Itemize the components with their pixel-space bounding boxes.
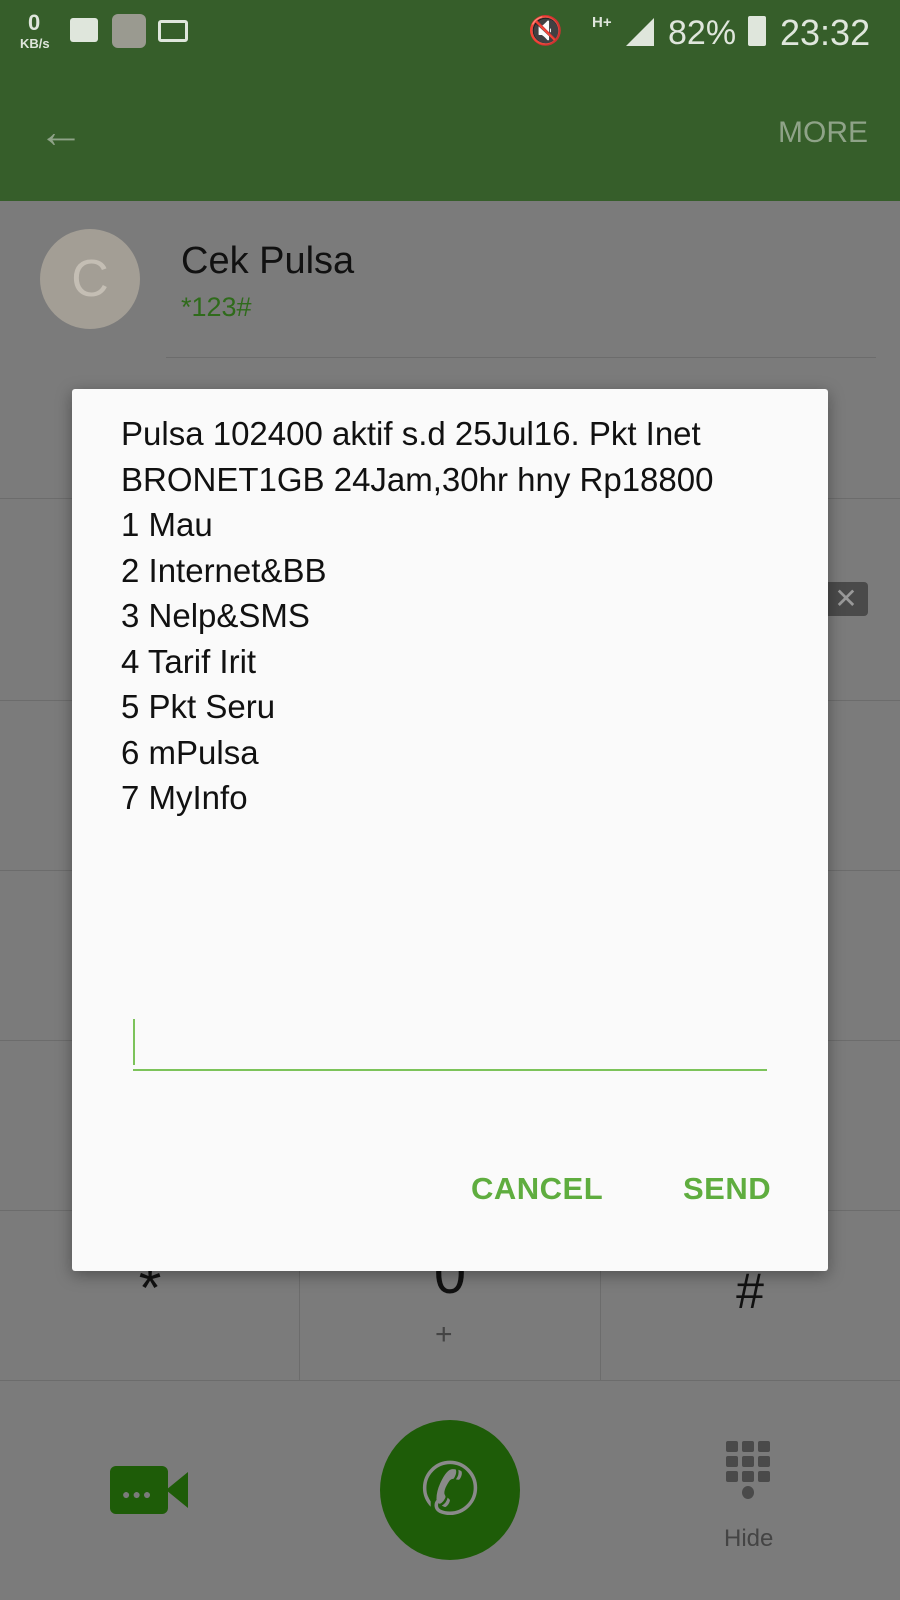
hide-keypad-label[interactable]: Hide <box>724 1525 773 1553</box>
option-1: 1 Mau <box>121 506 213 543</box>
ussd-message: Pulsa 102400 aktif s.d 25Jul16. Pkt Inet… <box>121 411 801 821</box>
option-6: 6 mPulsa <box>121 733 259 771</box>
send-button[interactable]: SEND <box>683 1171 771 1207</box>
signal-icon <box>626 18 654 46</box>
app-bar: ← MORE <box>0 68 900 201</box>
dialpad-icon[interactable] <box>726 1441 776 1505</box>
ussd-message-text: Pulsa 102400 aktif s.d 25Jul16. Pkt Inet… <box>121 415 714 498</box>
vibrate-mute-icon: 🔇 <box>528 15 563 46</box>
option-7: 7 MyInfo <box>121 779 248 816</box>
video-call-button[interactable]: ●●● <box>110 1466 188 1514</box>
option-5: 5 Pkt Seru <box>121 688 276 725</box>
mail-icon <box>158 20 188 42</box>
bbm-notification-icon <box>70 18 98 42</box>
option-4: 4 Tarif Irit <box>121 642 257 680</box>
contact-number: *123# <box>181 292 252 322</box>
phone-icon: ✆ <box>419 1450 481 1530</box>
contact-name: Cek Pulsa <box>181 240 355 282</box>
option-3: 3 Nelp&SMS <box>121 597 310 634</box>
more-button[interactable]: MORE <box>778 116 868 150</box>
text-cursor <box>133 1019 135 1065</box>
reply-input[interactable] <box>133 1009 767 1071</box>
battery-icon <box>748 16 766 46</box>
app-notification-icon <box>112 14 146 48</box>
call-button[interactable]: ✆ <box>380 1420 520 1560</box>
ussd-dialog: Pulsa 102400 aktif s.d 25Jul16. Pkt Inet… <box>72 389 828 1271</box>
back-arrow-icon[interactable]: ← <box>38 104 84 158</box>
clock: 23:32 <box>780 12 871 53</box>
contact-avatar: C <box>40 229 140 329</box>
battery-percent: 82% <box>668 14 737 52</box>
delete-icon[interactable]: ✕ <box>824 582 868 616</box>
key-zero-plus: + <box>435 1318 453 1351</box>
net-unit: KB/s <box>20 36 50 51</box>
net-speed: 0 <box>28 10 41 35</box>
option-2: 2 Internet&BB <box>121 551 327 589</box>
cancel-button[interactable]: CANCEL <box>471 1171 603 1207</box>
status-bar: 0 KB/s 🔇 H+ 82% 23:32 <box>0 0 900 68</box>
network-type: H+ <box>592 14 612 31</box>
